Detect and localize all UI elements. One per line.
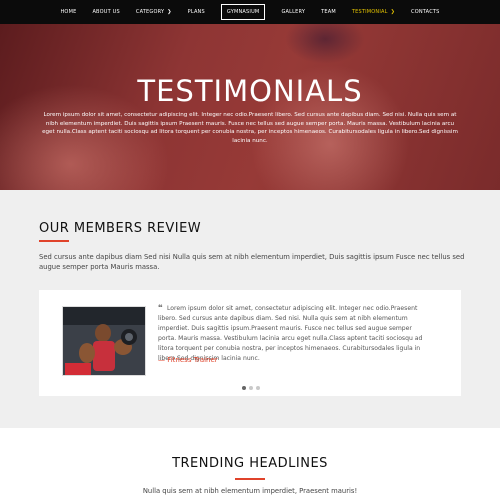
- nav-item-category[interactable]: CATEGORY ❯: [128, 0, 180, 24]
- section-description: Nulla quis sem at nibh elementum imperdi…: [142, 487, 358, 495]
- hero-banner: TESTIMONIALS Lorem ipsum dolor sit amet,…: [0, 24, 500, 190]
- slider-dot[interactable]: [256, 386, 260, 390]
- nav-label: TESTIMONIAL: [351, 9, 388, 15]
- hero-text: Lorem ipsum dolor sit amet, consectetur …: [42, 112, 458, 144]
- nav-item-home[interactable]: HOME: [52, 0, 84, 24]
- slider-dot[interactable]: [249, 386, 253, 390]
- hero-background-figure: [285, 24, 365, 64]
- nav-label: CATEGORY: [135, 9, 165, 15]
- section-title: TRENDING HEADLINES: [172, 456, 328, 471]
- nav-item-team[interactable]: TEAM: [313, 0, 344, 24]
- nav-item-gymnasium[interactable]: GYMNASIUM: [213, 0, 274, 24]
- page-title: TESTIMONIALS: [137, 74, 363, 108]
- nav-label: GALLERY: [281, 9, 306, 15]
- review-card: ❝ Lorem ipsum dolor sit amet, consectetu…: [39, 290, 461, 396]
- members-review-section: OUR MEMBERS REVIEW Sed cursus ante dapib…: [0, 190, 500, 428]
- nav-item-contacts[interactable]: CONTACTS: [403, 0, 448, 24]
- slider-pagination: [242, 386, 260, 390]
- nav-label: PLANS: [187, 9, 205, 15]
- nav-item-about-us[interactable]: ABOUT US: [84, 0, 127, 24]
- nav-item-gallery[interactable]: GALLERY: [273, 0, 313, 24]
- chevron-down-icon: ❯: [390, 9, 396, 15]
- section-description: Sed cursus ante dapibus diam Sed nisi Nu…: [39, 253, 465, 271]
- review-author: — Fitness Trainer: [158, 356, 218, 364]
- chevron-down-icon: ❯: [167, 9, 172, 15]
- section-title: OUR MEMBERS REVIEW: [39, 221, 202, 236]
- trending-section: TRENDING HEADLINES Nulla quis sem at nib…: [0, 428, 500, 500]
- nav-item-plans[interactable]: PLANS: [180, 0, 213, 24]
- title-underline: [39, 240, 69, 242]
- title-underline: [235, 478, 265, 480]
- nav-label: CONTACTS: [411, 9, 440, 15]
- review-text: Lorem ipsum dolor sit amet, consectetur …: [158, 305, 423, 362]
- member-photo: [62, 306, 146, 376]
- nav-item-testimonial[interactable]: TESTIMONIAL ❯: [344, 0, 403, 24]
- athlete-image: [63, 307, 145, 375]
- nav-label: GYMNASIUM: [220, 4, 266, 20]
- top-navbar: HOME ABOUT US CATEGORY ❯ PLANS GYMNASIUM …: [0, 0, 500, 24]
- nav-label: HOME: [60, 9, 77, 15]
- nav-label: ABOUT US: [92, 9, 120, 15]
- nav-label: TEAM: [321, 9, 336, 15]
- slider-dot[interactable]: [242, 386, 246, 390]
